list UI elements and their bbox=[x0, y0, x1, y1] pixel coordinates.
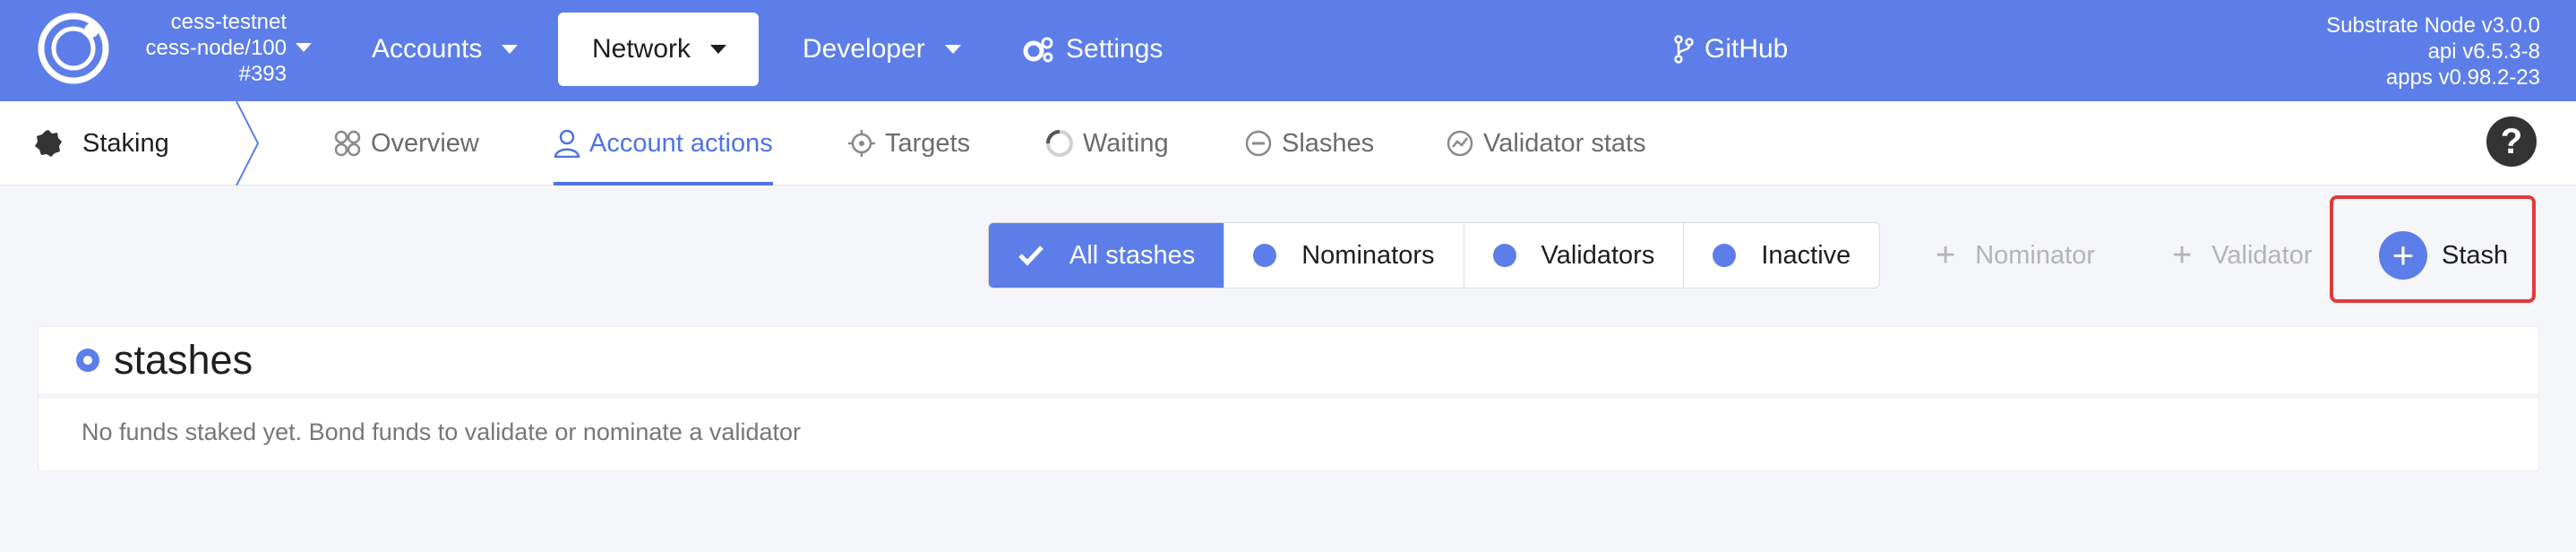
breadcrumb-separator-icon bbox=[236, 101, 260, 185]
tab-account-actions[interactable]: Account actions bbox=[554, 101, 773, 185]
tab-slashes-label: Slashes bbox=[1282, 128, 1375, 158]
chevron-down-icon[interactable] bbox=[296, 43, 312, 52]
add-validator-button[interactable]: + Validator bbox=[2172, 222, 2313, 289]
add-nominator-button[interactable]: + Nominator bbox=[1936, 222, 2095, 289]
radio-dot-icon bbox=[1492, 244, 1516, 267]
filter-nominators-label: Nominators bbox=[1301, 240, 1435, 270]
chain-node: cess-node/100 bbox=[145, 36, 287, 60]
tab-overview-label: Overview bbox=[371, 128, 479, 158]
filter-all-stashes[interactable]: All stashes bbox=[989, 223, 1225, 288]
filter-validators[interactable]: Validators bbox=[1464, 223, 1685, 288]
minus-circle-icon bbox=[1245, 130, 1272, 157]
stashes-title: stashes bbox=[114, 337, 253, 383]
plus-icon: + bbox=[2172, 237, 2193, 274]
polkadot-logo-icon[interactable] bbox=[36, 11, 111, 86]
menu-developer[interactable]: Developer bbox=[803, 13, 961, 86]
dot-circle-icon bbox=[76, 349, 99, 372]
spinner-icon bbox=[1046, 130, 1073, 157]
apps-version: apps v0.98.2-23 bbox=[2385, 65, 2540, 90]
add-stash-label: Stash bbox=[2442, 240, 2509, 270]
chevron-down-icon bbox=[710, 45, 727, 54]
menu-settings[interactable]: Settings bbox=[1023, 13, 1163, 86]
stashes-panel: stashes No funds staked yet. Bond funds … bbox=[38, 326, 2539, 471]
menu-settings-label: Settings bbox=[1066, 34, 1163, 64]
menu-github-label: GitHub bbox=[1704, 34, 1789, 64]
radio-dot-icon bbox=[1253, 244, 1277, 267]
menu-network-label: Network bbox=[592, 34, 691, 64]
chevron-down-icon bbox=[944, 45, 961, 54]
staking-title-label: Staking bbox=[82, 128, 169, 158]
plus-icon: + bbox=[1936, 237, 1956, 274]
radio-dot-icon bbox=[1713, 244, 1737, 267]
tab-targets[interactable]: Targets bbox=[847, 101, 970, 185]
filter-all-stashes-label: All stashes bbox=[1069, 240, 1196, 270]
menu-developer-label: Developer bbox=[803, 34, 925, 64]
crosshair-icon bbox=[848, 130, 875, 157]
tab-targets-label: Targets bbox=[885, 128, 971, 158]
filter-inactive-label: Inactive bbox=[1761, 240, 1851, 270]
user-icon bbox=[554, 129, 580, 158]
tab-account-actions-label: Account actions bbox=[589, 128, 773, 158]
stashes-header: stashes bbox=[39, 327, 2538, 399]
add-stash-button[interactable]: + Stash bbox=[2379, 231, 2508, 280]
tab-waiting[interactable]: Waiting bbox=[1045, 101, 1169, 185]
add-validator-label: Validator bbox=[2211, 240, 2313, 270]
menu-accounts[interactable]: Accounts bbox=[372, 13, 519, 86]
chain-name: cess-testnet bbox=[170, 10, 287, 34]
menu-github[interactable]: GitHub bbox=[1674, 13, 1788, 86]
overview-icon bbox=[334, 130, 361, 157]
stashes-empty-message: No funds staked yet. Bond funds to valid… bbox=[82, 418, 801, 445]
filter-nominators[interactable]: Nominators bbox=[1224, 223, 1464, 288]
api-version: api v6.5.3-8 bbox=[2427, 39, 2540, 64]
node-version-info: Substrate Node v3.0.0 api v6.5.3-8 apps … bbox=[2326, 13, 2540, 91]
add-nominator-label: Nominator bbox=[1975, 240, 2095, 270]
question-icon: ? bbox=[2500, 121, 2523, 161]
top-bar: cess-testnet cess-node/100 #393 Accounts… bbox=[0, 0, 2576, 101]
code-branch-icon bbox=[1674, 35, 1694, 64]
staking-section-title: Staking bbox=[34, 101, 169, 185]
sub-nav: Staking Overview Account actions Targets bbox=[0, 101, 2576, 185]
tab-overview[interactable]: Overview bbox=[333, 101, 479, 185]
tab-waiting-label: Waiting bbox=[1083, 128, 1169, 158]
menu-network[interactable]: Network bbox=[558, 13, 759, 86]
gears-icon bbox=[1023, 37, 1053, 63]
menu-accounts-label: Accounts bbox=[372, 34, 483, 64]
check-icon bbox=[1018, 246, 1043, 266]
chevron-down-icon bbox=[502, 45, 519, 54]
tab-slashes[interactable]: Slashes bbox=[1244, 101, 1374, 185]
chain-block: #393 bbox=[238, 62, 287, 86]
tab-validator-stats-label: Validator stats bbox=[1483, 128, 1646, 158]
node-version: Substrate Node v3.0.0 bbox=[2326, 13, 2540, 38]
plus-circle-icon: + bbox=[2379, 231, 2427, 280]
certificate-icon bbox=[35, 130, 62, 157]
filter-validators-label: Validators bbox=[1541, 240, 1655, 270]
stash-filter-group: All stashes Nominators Validators Inacti… bbox=[988, 222, 1881, 289]
filter-inactive[interactable]: Inactive bbox=[1684, 223, 1879, 288]
chain-selector[interactable]: cess-testnet cess-node/100 #393 bbox=[116, 9, 287, 87]
help-button[interactable]: ? bbox=[2486, 116, 2537, 167]
tab-validator-stats[interactable]: Validator stats bbox=[1446, 101, 1646, 185]
chart-icon bbox=[1447, 130, 1473, 157]
